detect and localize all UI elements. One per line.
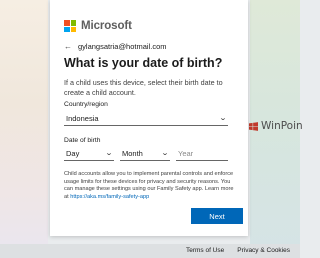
next-button[interactable]: Next [191, 208, 243, 224]
watermark: WinPoin [249, 120, 303, 132]
back-arrow-icon[interactable]: ← [64, 42, 72, 51]
background-left [0, 0, 48, 258]
country-label: Country/region [64, 101, 108, 108]
child-account-notice: Child accounts allow you to implement pa… [64, 171, 236, 201]
privacy-link[interactable]: Privacy & Cookies [237, 247, 290, 254]
day-value: Day [66, 148, 80, 158]
brand-name: Microsoft [81, 20, 132, 32]
chevron-down-icon: ⌄ [160, 150, 170, 157]
terms-link[interactable]: Terms of Use [186, 247, 224, 254]
signup-card: Microsoft ← gylangsatria@hotmail.com Wha… [50, 0, 248, 236]
chevron-down-icon: ⌄ [104, 150, 114, 157]
windows-logo-icon [249, 121, 258, 131]
family-safety-link[interactable]: https://aka.ms/family-safety-app [70, 194, 149, 200]
page-description: If a child uses this device, select thei… [64, 78, 223, 97]
microsoft-logo-icon [64, 20, 76, 32]
chevron-down-icon: ⌄ [218, 115, 228, 122]
birthdate-fields: Day ⌄ Month ⌄ Year [64, 146, 228, 161]
year-placeholder: Year [178, 148, 194, 158]
country-value: Indonesia [66, 113, 99, 123]
brand-logo: Microsoft [64, 20, 132, 32]
year-input[interactable]: Year [176, 146, 228, 161]
month-select[interactable]: Month ⌄ [120, 146, 170, 161]
footer-links: Terms of Use Privacy & Cookies [186, 247, 290, 254]
back-identity[interactable]: ← gylangsatria@hotmail.com [64, 42, 166, 51]
country-select[interactable]: Indonesia ⌄ [64, 111, 228, 126]
birthdate-label: Date of birth [64, 137, 101, 144]
watermark-text: WinPoin [261, 120, 303, 132]
month-value: Month [122, 148, 143, 158]
day-select[interactable]: Day ⌄ [64, 146, 114, 161]
account-email: gylangsatria@hotmail.com [78, 42, 167, 51]
page-title: What is your date of birth? [64, 56, 223, 70]
